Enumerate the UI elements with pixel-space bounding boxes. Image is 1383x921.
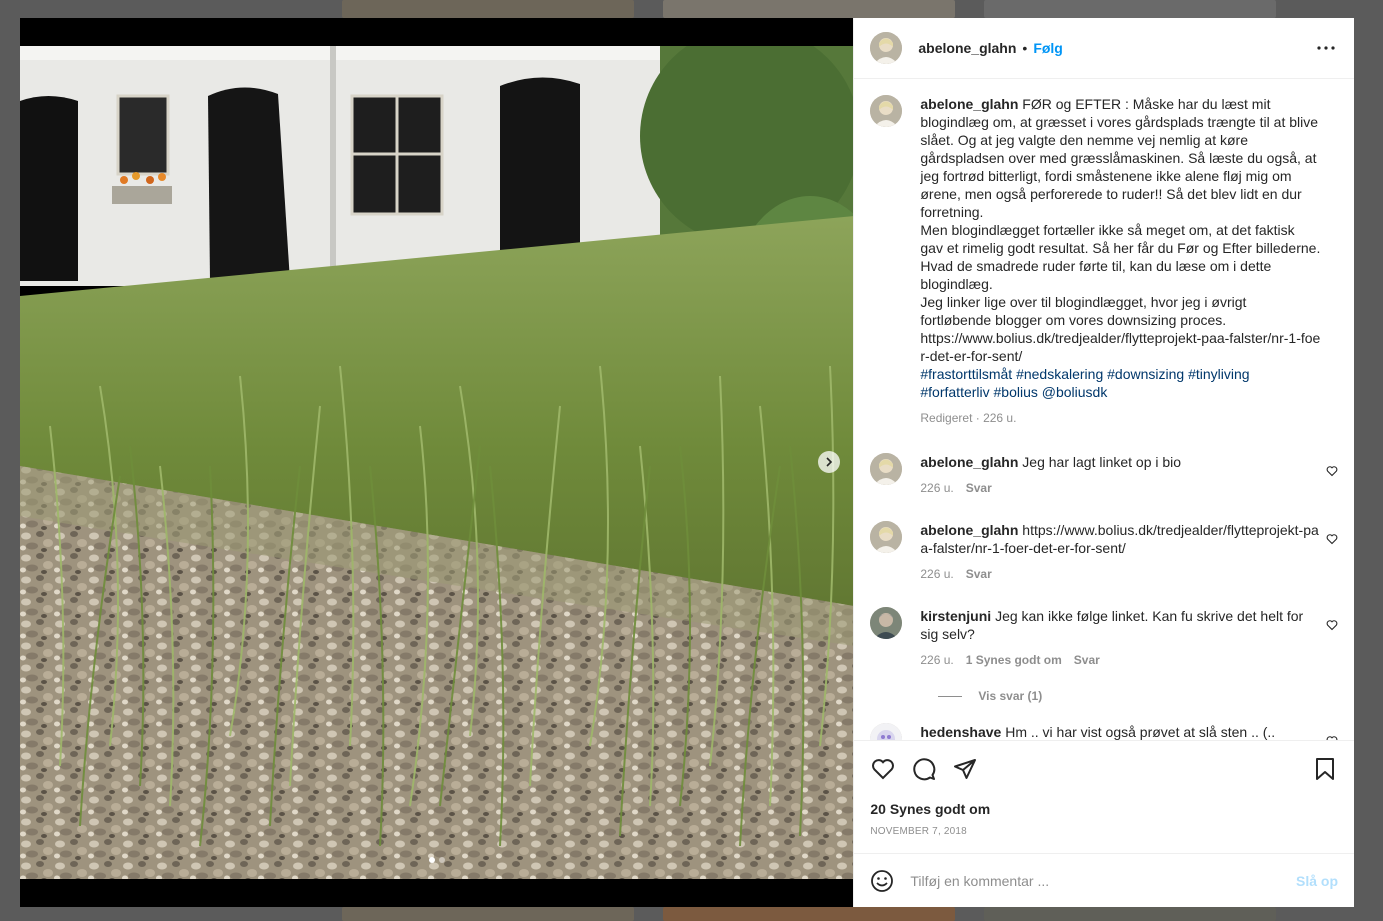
comment-text: hedenshave Hm .. vi har vist også prøvet…	[920, 723, 1320, 740]
comment-text: abelone_glahn Jeg har lagt linket op i b…	[920, 453, 1320, 497]
comment-input[interactable]	[908, 872, 1296, 890]
comment-username[interactable]: abelone_glahn	[920, 522, 1018, 538]
comment-text: abelone_glahn https://www.bolius.dk/tred…	[920, 521, 1320, 583]
reply-button[interactable]: Svar	[1074, 651, 1100, 669]
comment: kirstenjuni Jeg kan ikke følge linket. K…	[870, 607, 1338, 669]
separator: •	[1022, 40, 1028, 56]
post-photo	[20, 46, 854, 879]
feed-tile	[984, 907, 1276, 921]
post-username[interactable]: abelone_glahn	[918, 40, 1016, 56]
hashtags[interactable]: #forfatterliv #bolius @boliusdk	[920, 384, 1107, 400]
avatar[interactable]	[870, 723, 903, 740]
caption-paragraph: Men blogindlægget fortæller ikke så mege…	[920, 222, 1321, 292]
feed-tile	[342, 0, 634, 18]
carousel-dot	[438, 857, 445, 863]
follow-button[interactable]: Følg	[1033, 40, 1063, 56]
save-icon	[1316, 758, 1334, 780]
comment-button[interactable]	[911, 756, 937, 782]
post-actions: 20 Synes godt om NOVEMBER 7, 2018	[854, 740, 1354, 837]
emoji-icon[interactable]	[870, 869, 894, 893]
avatar[interactable]	[870, 521, 903, 553]
post-comment-button[interactable]: Slå op	[1296, 873, 1338, 889]
caption: abelone_glahn FØR og EFTER : Måske har d…	[870, 95, 1338, 427]
comment-text: kirstenjuni Jeg kan ikke følge linket. K…	[920, 607, 1320, 669]
feed-tile	[984, 0, 1276, 18]
feed-tile	[663, 907, 955, 921]
next-image-button[interactable]	[818, 451, 840, 473]
save-button[interactable]	[1312, 756, 1338, 782]
comment-username[interactable]: kirstenjuni	[920, 608, 991, 624]
share-button[interactable]	[952, 756, 978, 782]
reply-button[interactable]: Svar	[966, 479, 992, 497]
comment-age: 226 u.	[920, 481, 954, 495]
feed-tile	[663, 0, 955, 18]
comment-meta: 226 u. 1 Synes godt om Svar	[920, 651, 1320, 669]
heart-icon	[872, 759, 895, 780]
add-comment-bar: Slå op	[854, 853, 1354, 908]
comment-username[interactable]: abelone_glahn	[920, 454, 1018, 470]
caption-paragraph: FØR og EFTER : Måske har du læst mit blo…	[920, 96, 1319, 220]
avatar[interactable]	[870, 453, 903, 485]
post-media	[20, 18, 854, 907]
replies-line	[938, 695, 963, 697]
comment-body: Hm .. vi har vist også prøvet at slå ste…	[1005, 724, 1276, 740]
caption-meta: Redigeret · 226 u.	[920, 409, 1320, 427]
post-modal: abelone_glahn • Følg abelone_glahn FØR o…	[20, 18, 1354, 907]
comment-age: 226 u.	[920, 653, 954, 667]
comment-body: Jeg har lagt linket op i bio	[1022, 454, 1182, 470]
comments-list[interactable]: abelone_glahn FØR og EFTER : Måske har d…	[854, 79, 1354, 740]
likes-count[interactable]: 20 Synes godt om	[870, 801, 1338, 817]
more-options-button[interactable]	[1314, 36, 1338, 60]
heart-icon[interactable]	[1326, 465, 1338, 477]
caption-link: https://www.bolius.dk/tredjealder/flytte…	[920, 330, 1321, 364]
comment: hedenshave Hm .. vi har vist også prøvet…	[870, 723, 1338, 740]
action-bar	[870, 747, 1338, 791]
post-panel: abelone_glahn • Følg abelone_glahn FØR o…	[853, 18, 1354, 907]
comment-age: 226 u.	[920, 567, 954, 581]
view-replies-button[interactable]: Vis svar (1)	[938, 689, 1338, 703]
view-replies-label: Vis svar (1)	[978, 689, 1043, 703]
next-arrow-icon	[826, 457, 833, 467]
comment-likes[interactable]: 1 Synes godt om	[966, 651, 1062, 669]
post-header: abelone_glahn • Følg	[854, 18, 1354, 79]
like-button[interactable]	[870, 756, 896, 782]
share-icon	[954, 759, 977, 779]
avatar[interactable]	[870, 95, 903, 127]
avatar[interactable]	[870, 32, 903, 64]
hashtags[interactable]: #frastorttilsmåt #nedskalering #downsizi…	[920, 366, 1249, 382]
carousel-indicator	[20, 857, 853, 863]
comment-meta: 226 u. Svar	[920, 479, 1320, 497]
post-date: NOVEMBER 7, 2018	[870, 826, 967, 837]
caption-edited: Redigeret · 226 u.	[920, 411, 1017, 425]
caption-username[interactable]: abelone_glahn	[920, 96, 1018, 112]
comment-meta: 226 u. Svar	[920, 565, 1320, 583]
carousel-dot	[428, 857, 435, 863]
heart-icon[interactable]	[1326, 533, 1338, 545]
more-icon	[1317, 46, 1335, 50]
comment-icon	[913, 758, 936, 781]
reply-button[interactable]: Svar	[966, 565, 992, 583]
caption-paragraph: Jeg linker lige over til blogindlægget, …	[920, 294, 1247, 328]
feed-tile	[342, 907, 634, 921]
comment: abelone_glahn https://www.bolius.dk/tred…	[870, 521, 1338, 583]
caption-text: abelone_glahn FØR og EFTER : Måske har d…	[920, 95, 1320, 427]
heart-icon[interactable]	[1326, 619, 1338, 631]
comment-username[interactable]: hedenshave	[920, 724, 1001, 740]
avatar[interactable]	[870, 607, 903, 639]
comment: abelone_glahn Jeg har lagt linket op i b…	[870, 453, 1338, 497]
